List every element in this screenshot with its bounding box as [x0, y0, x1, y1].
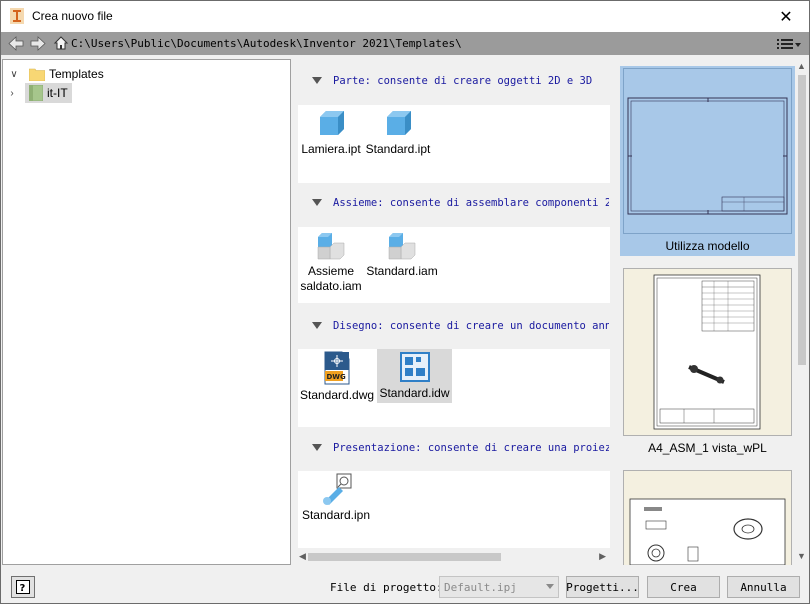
help-icon: ?	[16, 580, 30, 594]
preview-pane: Utilizza modello A4_ASM_1 vista_wPL	[620, 59, 809, 565]
inventor-app-icon	[10, 8, 24, 24]
preview-item-use-template[interactable]: Utilizza modello	[620, 66, 795, 256]
tile-label: Standard.dwg	[300, 388, 375, 402]
tile-label: Standard.iam	[366, 264, 438, 278]
close-icon: ✕	[779, 8, 793, 26]
dwg-badge: DWG	[327, 373, 347, 381]
tree-item-it-it[interactable]: › it-IT	[10, 83, 72, 103]
preview-label: A4_ASM_1 vista_wPL	[648, 441, 767, 455]
tile-label-line2: saldato.iam	[300, 279, 362, 293]
bottom-bar: ? File di progetto: Default.ipj Progetti…	[1, 569, 809, 603]
title-bar: Crea nuovo file ✕	[1, 1, 809, 32]
window-title: Crea nuovo file	[32, 9, 113, 23]
preview-item-a4-asm[interactable]: A4_ASM_1 vista_wPL	[620, 267, 795, 459]
sheet-preview-image	[627, 97, 788, 215]
scroll-up-icon[interactable]: ▲	[797, 61, 806, 71]
address-bar: C:\Users\Public\Documents\Autodesk\Inven…	[1, 32, 809, 55]
forward-arrow-icon[interactable]	[29, 35, 47, 52]
view-options-icon[interactable]	[775, 35, 803, 52]
close-button[interactable]: ✕	[763, 1, 809, 32]
section-body-drawing: DWG Standard.dwg Standard.idw	[298, 349, 610, 427]
folder-icon	[29, 68, 45, 81]
create-new-file-dialog: Crea nuovo file ✕ C:\Users\Public\Docume…	[0, 0, 810, 604]
chevron-right-icon[interactable]: ›	[5, 88, 19, 99]
template-tile-standard-ipt[interactable]: Standard.ipt	[364, 107, 432, 157]
section-header-label: Disegno: consente di creare un documento…	[333, 320, 609, 332]
horizontal-scrollbar[interactable]: ◀ ▶	[298, 548, 610, 565]
preview-thumbnail	[623, 470, 792, 565]
help-button[interactable]: ?	[11, 576, 35, 598]
projects-button[interactable]: Progetti...	[566, 576, 639, 598]
project-file-label: File di progetto:	[330, 581, 443, 594]
part-cube-icon	[387, 111, 411, 135]
chevron-down-icon[interactable]: ∨	[7, 69, 21, 80]
scrollbar-thumb[interactable]	[308, 553, 501, 561]
collapse-triangle-icon	[312, 444, 322, 451]
section-header-part[interactable]: Parte: consente di creare oggetti 2D e 3…	[298, 62, 610, 102]
template-tile-standard-dwg[interactable]: DWG Standard.dwg	[300, 351, 374, 403]
section-header-label: Parte: consente di creare oggetti 2D e 3…	[333, 75, 593, 87]
collapse-triangle-icon	[312, 199, 322, 206]
svg-text:?: ?	[20, 583, 26, 594]
section-body-presentation: Standard.ipn	[298, 471, 610, 549]
path-text: C:\Users\Public\Documents\Autodesk\Inven…	[71, 37, 462, 50]
tile-label: Standard.ipn	[301, 508, 371, 522]
back-arrow-icon[interactable]	[7, 35, 25, 52]
collapse-triangle-icon	[312, 77, 322, 84]
template-tile-standard-idw[interactable]: Standard.idw	[377, 349, 452, 403]
tile-label: Standard.ipt	[365, 142, 431, 156]
section-body-part: Lamiera.ipt Standard.ipt	[298, 105, 610, 183]
tile-label: Lamiera.ipt	[301, 142, 361, 156]
assembly-icon	[317, 233, 345, 260]
section-header-drawing[interactable]: Disegno: consente di creare un documento…	[298, 307, 610, 347]
scrollbar-thumb[interactable]	[798, 75, 806, 365]
vertical-scrollbar[interactable]: ▲ ▼	[795, 59, 809, 565]
section-header-label: Presentazione: consente di creare una pr…	[333, 442, 609, 454]
part-drawing-preview-image	[624, 471, 791, 565]
section-header-assembly[interactable]: Assieme: consente di assemblare componen…	[298, 184, 610, 224]
scroll-down-icon[interactable]: ▼	[797, 551, 806, 561]
preview-item-3[interactable]	[620, 469, 795, 565]
scroll-left-icon[interactable]: ◀	[299, 551, 306, 562]
collapse-triangle-icon	[312, 322, 322, 329]
tile-label: Assieme	[307, 264, 354, 278]
template-folder-icon	[29, 85, 43, 101]
tree-item-label: Templates	[49, 67, 104, 81]
cancel-button[interactable]: Annulla	[727, 576, 800, 598]
tree-item-templates[interactable]: ∨ Templates	[7, 64, 104, 84]
chevron-down-icon	[546, 584, 554, 589]
assembly-drawing-preview-image	[624, 269, 791, 435]
template-tile-standard-ipn[interactable]: Standard.ipn	[300, 473, 372, 523]
template-tile-standard-iam[interactable]: Standard.iam	[364, 229, 440, 279]
create-button[interactable]: Crea	[647, 576, 720, 598]
template-tile-lamiera-ipt[interactable]: Lamiera.ipt	[300, 107, 362, 157]
template-list: Parte: consente di creare oggetti 2D e 3…	[298, 59, 612, 565]
preview-thumbnail	[623, 268, 792, 436]
template-tile-assieme-saldato[interactable]: Assieme saldato.iam	[300, 229, 362, 294]
project-file-value: Default.ipj	[444, 581, 517, 594]
home-icon[interactable]	[53, 35, 69, 51]
scroll-right-icon[interactable]: ▶	[599, 551, 606, 562]
preview-label: Utilizza modello	[665, 239, 750, 253]
tree-item-label: it-IT	[47, 86, 68, 100]
tile-label: Standard.idw	[379, 386, 450, 400]
presentation-icon	[323, 473, 352, 505]
project-file-select[interactable]: Default.ipj	[439, 576, 559, 598]
section-header-presentation[interactable]: Presentazione: consente di creare una pr…	[298, 429, 610, 469]
preview-thumbnail	[623, 68, 792, 234]
part-cube-icon	[320, 111, 344, 135]
section-body-assembly: Assieme saldato.iam Standard.iam	[298, 227, 610, 303]
dwg-file-icon: DWG	[324, 351, 350, 385]
idw-drawing-icon	[399, 352, 430, 382]
assembly-icon	[388, 233, 416, 260]
folder-tree: ∨ Templates › it-IT	[2, 59, 291, 565]
section-header-label: Assieme: consente di assemblare componen…	[333, 197, 609, 209]
